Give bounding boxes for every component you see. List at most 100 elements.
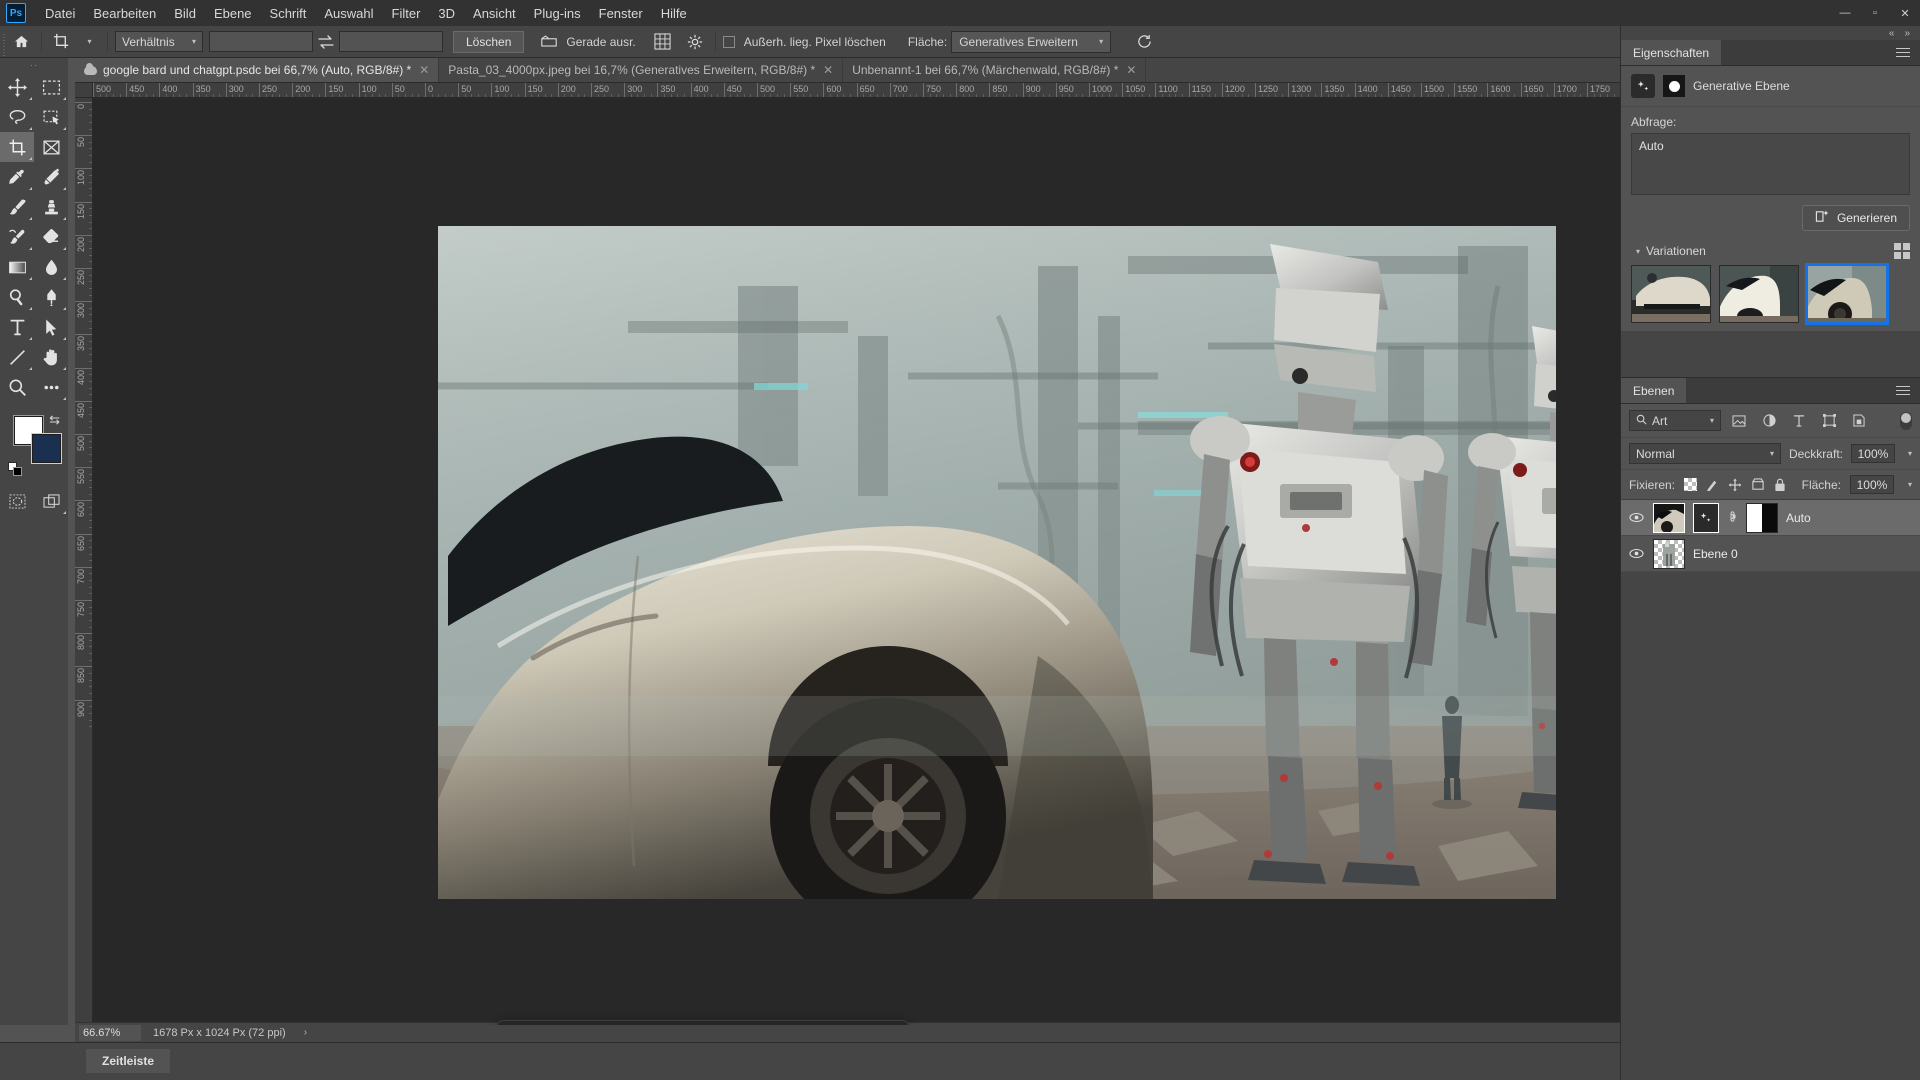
more-tools[interactable] — [34, 372, 68, 402]
menu-bild[interactable]: Bild — [165, 2, 205, 25]
smart-object-filter-icon[interactable] — [1847, 411, 1871, 431]
menu-hilfe[interactable]: Hilfe — [652, 2, 696, 25]
document-artboard[interactable] — [438, 226, 1556, 899]
crop-height-input[interactable] — [339, 31, 443, 52]
zoom-level-input[interactable]: 66.67% — [79, 1024, 141, 1041]
menu-filter[interactable]: Filter — [383, 2, 430, 25]
clear-button[interactable]: Löschen — [453, 30, 525, 53]
swap-arrows-icon[interactable] — [313, 30, 339, 54]
home-icon[interactable] — [8, 30, 34, 54]
menu-3d[interactable]: 3D — [429, 2, 464, 25]
lock-image-icon[interactable] — [1706, 478, 1719, 491]
default-colors-icon[interactable] — [8, 462, 22, 476]
lock-position-icon[interactable] — [1728, 478, 1742, 492]
document-tab-1[interactable]: google bard und chatgpt.psdc bei 66,7% (… — [75, 58, 440, 82]
properties-generate-button[interactable]: Generieren — [1801, 205, 1910, 231]
variation-2[interactable] — [1719, 265, 1799, 323]
object-selection-tool[interactable] — [34, 102, 68, 132]
variation-1[interactable] — [1631, 265, 1711, 323]
layer-visibility-icon[interactable] — [1627, 548, 1645, 559]
close-icon[interactable]: ✕ — [1126, 63, 1136, 77]
menu-auswahl[interactable]: Auswahl — [315, 2, 382, 25]
maximize-button[interactable]: ▫ — [1860, 0, 1890, 26]
rectangular-marquee-tool[interactable] — [34, 72, 68, 102]
layer-filter-select[interactable]: Art ▾ — [1629, 410, 1721, 431]
chevron-down-icon[interactable]: ▾ — [1636, 247, 1640, 256]
variations-header[interactable]: ▾ Variationen — [1621, 231, 1920, 265]
fill-mode-select[interactable]: Generatives Erweitern ▾ — [951, 30, 1112, 53]
menu-datei[interactable]: Datei — [36, 2, 84, 25]
swap-colors-icon[interactable]: ⇆ — [49, 412, 60, 428]
document-tab-2[interactable]: Pasta_03_4000px.jpeg bei 16,7% (Generati… — [439, 58, 844, 82]
prompt-textarea[interactable]: Auto — [1631, 133, 1910, 195]
opacity-input[interactable]: 100% — [1850, 444, 1895, 463]
table-row[interactable]: Auto — [1621, 500, 1920, 536]
line-tool[interactable] — [0, 342, 34, 372]
adjustment-filter-icon[interactable] — [1757, 411, 1781, 431]
eraser-tool[interactable] — [34, 222, 68, 252]
tab-timeline[interactable]: Zeitleiste — [86, 1049, 171, 1073]
close-icon[interactable]: ✕ — [823, 63, 833, 77]
menu-schrift[interactable]: Schrift — [261, 2, 316, 25]
quick-mask-icon[interactable] — [0, 486, 34, 516]
gradient-tool[interactable] — [0, 252, 34, 282]
layer-link-icon[interactable] — [1727, 510, 1738, 526]
brush-tool[interactable] — [0, 192, 34, 222]
chevron-right-icon[interactable]: › — [304, 1027, 307, 1038]
menu-ansicht[interactable]: Ansicht — [464, 2, 525, 25]
close-icon[interactable]: ✕ — [419, 63, 429, 77]
layer-thumbnail[interactable] — [1653, 502, 1685, 533]
chevron-down-icon[interactable]: ▾ — [1908, 449, 1912, 458]
crop-ratio-select[interactable]: Verhältnis ▾ — [115, 31, 203, 52]
panel-menu-icon[interactable] — [1886, 378, 1920, 403]
table-row[interactable]: Ebene 0 — [1621, 536, 1920, 572]
menu-ebene[interactable]: Ebene — [205, 2, 261, 25]
background-color-swatch[interactable] — [32, 434, 61, 463]
lock-all-icon[interactable] — [1774, 478, 1786, 492]
layer-name[interactable]: Auto — [1786, 511, 1811, 525]
crop-tool-icon[interactable] — [49, 30, 74, 54]
straighten-label[interactable]: Gerade ausr. — [566, 35, 635, 49]
toolbar-grip[interactable]: ·· — [0, 58, 68, 72]
vertical-ruler[interactable]: 0 50 100 150 200 250 300 350 400 450 500 550 600 650 7… — [75, 98, 93, 1025]
lock-artboard-icon[interactable] — [1751, 478, 1765, 491]
close-button[interactable]: ✕ — [1890, 0, 1920, 26]
variation-3[interactable] — [1805, 263, 1889, 325]
eyedropper-tool[interactable] — [0, 162, 34, 192]
delete-cropped-pixels-checkbox[interactable]: Außerh. lieg. Pixel löschen — [722, 35, 890, 49]
straighten-icon[interactable] — [536, 30, 562, 54]
history-brush-tool[interactable] — [0, 222, 34, 252]
spot-healing-tool[interactable] — [34, 162, 68, 192]
panel-menu-icon[interactable] — [1886, 40, 1920, 65]
grid-view-icon[interactable] — [1894, 243, 1910, 259]
collapse-panels-icon[interactable]: « — [1889, 28, 1895, 39]
filter-toggle-switch[interactable] — [1900, 411, 1912, 430]
contextual-taskbar[interactable]: Auto ‹ 3/3 › Generieren ••• — [497, 1020, 909, 1025]
layer-thumbnail[interactable] — [1653, 538, 1685, 569]
zoom-tool[interactable] — [0, 372, 34, 402]
fill-input[interactable]: 100% — [1849, 475, 1894, 494]
layer-name[interactable]: Ebene 0 — [1693, 547, 1738, 561]
path-selection-tool[interactable] — [34, 312, 68, 342]
options-bar-grip[interactable] — [0, 25, 8, 58]
lock-transparency-icon[interactable] — [1684, 478, 1698, 491]
dodge-tool[interactable] — [0, 282, 34, 312]
blur-tool[interactable] — [34, 252, 68, 282]
type-tool[interactable] — [0, 312, 34, 342]
reset-icon[interactable] — [1131, 30, 1157, 54]
clone-stamp-tool[interactable] — [34, 192, 68, 222]
crop-width-input[interactable] — [209, 31, 313, 52]
menu-fenster[interactable]: Fenster — [590, 2, 652, 25]
tab-properties[interactable]: Eigenschaften — [1621, 40, 1722, 65]
tab-layers[interactable]: Ebenen — [1621, 378, 1687, 403]
gear-icon[interactable] — [682, 30, 708, 54]
hand-tool[interactable] — [34, 342, 68, 372]
document-tab-3[interactable]: Unbenannt-1 bei 66,7% (Märchenwald, RGB/… — [843, 58, 1147, 82]
screen-mode-icon[interactable] — [34, 486, 68, 516]
crop-tool[interactable] — [0, 132, 34, 162]
expand-panels-icon[interactable]: » — [1904, 28, 1910, 39]
horizontal-ruler[interactable]: 500 450 400 350 300 250 200 150 100 50 0 50 100 150 20… — [93, 83, 1620, 98]
shape-filter-icon[interactable] — [1817, 411, 1841, 431]
minimize-button[interactable]: — — [1830, 0, 1860, 26]
menu-bearbeiten[interactable]: Bearbeiten — [84, 2, 165, 25]
